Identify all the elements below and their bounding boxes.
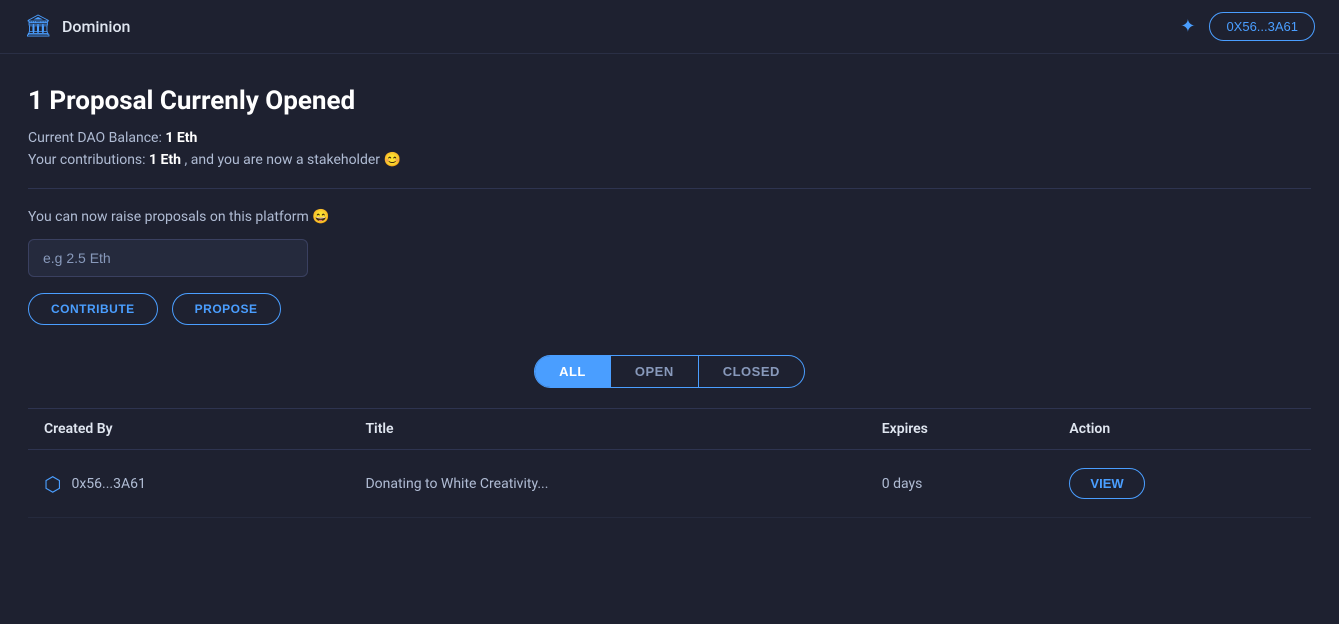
col-expires: Expires [866,409,1054,450]
balance-value: 1 Eth [165,130,197,146]
eth-amount-input[interactable] [28,239,308,277]
action-buttons: CONTRIBUTE PROPOSE [28,293,1311,325]
balance-label: Current DAO Balance: [28,130,162,146]
contributions-value: 1 Eth [149,152,181,168]
theme-toggle-icon[interactable]: ✦ [1180,16,1195,37]
col-title: Title [349,409,865,450]
dao-balance-info: Current DAO Balance: 1 Eth [28,130,1311,146]
logo-icon: 🏛 [24,14,52,39]
table-header: Created By Title Expires Action [28,409,1311,450]
tab-open[interactable]: OPEN [611,356,699,387]
header-left: 🏛 Dominion [24,14,130,39]
page-title: 1 Proposal Currenly Opened [28,86,1311,116]
cell-created-by: ⬡ 0x56...3A61 [28,450,349,518]
col-created-by: Created By [28,409,349,450]
contributions-suffix: , and you are now a stakeholder 😊 [185,152,401,168]
cell-expires: 0 days [866,450,1054,518]
wallet-address-button[interactable]: 0X56...3A61 [1209,12,1315,41]
proposals-table: Created By Title Expires Action ⬡ 0x56..… [28,408,1311,518]
address-text: 0x56...3A61 [71,476,145,492]
table-body: ⬡ 0x56...3A61 Donating to White Creativi… [28,450,1311,518]
section-divider [28,188,1311,189]
main-content: 1 Proposal Currenly Opened Current DAO B… [0,54,1339,518]
view-proposal-button[interactable]: VIEW [1069,468,1144,499]
propose-button[interactable]: PROPOSE [172,293,281,325]
tab-closed[interactable]: CLOSED [699,356,804,387]
filter-tabs: ALL OPEN CLOSED [534,355,805,388]
cell-action: VIEW [1053,450,1311,518]
table-row: ⬡ 0x56...3A61 Donating to White Creativi… [28,450,1311,518]
raise-proposals-text: You can now raise proposals on this plat… [28,209,1311,225]
app-title: Dominion [62,17,131,36]
tab-all[interactable]: ALL [535,356,611,387]
app-header: 🏛 Dominion ✦ 0X56...3A61 [0,0,1339,54]
contributions-info: Your contributions: 1 Eth , and you are … [28,152,1311,168]
contributions-label: Your contributions: [28,152,146,168]
cell-title: Donating to White Creativity... [349,450,865,518]
col-action: Action [1053,409,1311,450]
header-right: ✦ 0X56...3A61 [1180,12,1315,41]
address-icon: ⬡ [44,472,61,496]
contribute-button[interactable]: CONTRIBUTE [28,293,158,325]
filter-section: ALL OPEN CLOSED [28,355,1311,388]
